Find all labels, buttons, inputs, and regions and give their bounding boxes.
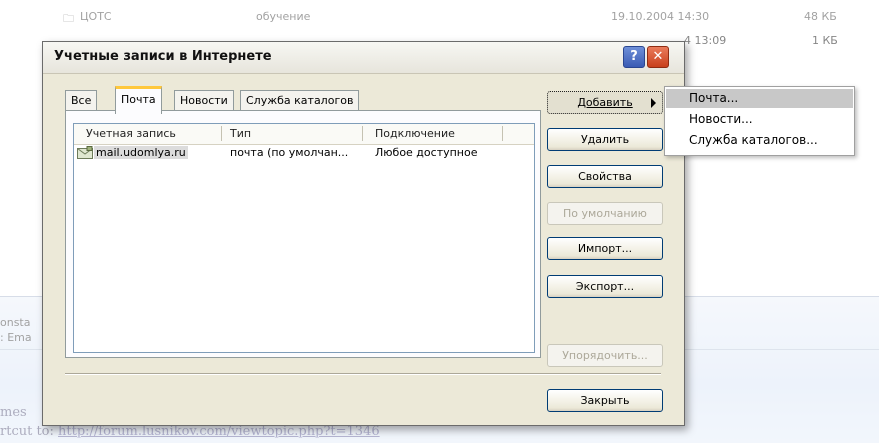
account-name: mail.udomlya.ru xyxy=(94,146,188,159)
accounts-list[interactable]: Учетная запись Тип Подключение mail.udom… xyxy=(73,123,535,353)
bg-file-size: 1 КБ xyxy=(812,34,838,47)
column-type[interactable]: Тип xyxy=(230,127,251,140)
column-account[interactable]: Учетная запись xyxy=(86,127,176,140)
bg-file-icon: 🗀 xyxy=(63,12,74,25)
order-button[interactable]: Упорядочить... xyxy=(547,344,663,367)
bg-word: mes xyxy=(0,405,27,420)
dialog-divider xyxy=(65,373,661,375)
account-type: почта (по умолчан... xyxy=(230,146,349,159)
bg-file-date: 19.10.2004 14:30 xyxy=(611,10,710,23)
add-button[interactable]: Добавить xyxy=(547,91,663,114)
set-default-button[interactable]: По умолчанию xyxy=(547,202,663,225)
remove-button[interactable]: Удалить xyxy=(547,128,663,151)
properties-button[interactable]: Свойства xyxy=(547,165,663,188)
bg-link-url[interactable]: http://forum.lusnikov.com/viewtopic.php?… xyxy=(58,424,380,439)
tab-directory-service[interactable]: Служба каталогов xyxy=(240,90,360,111)
bg-link-prefix: rtcut to: xyxy=(0,424,59,439)
bg-side-label: onsta xyxy=(0,316,31,329)
tab-news[interactable]: Новости xyxy=(174,90,234,111)
list-header: Учетная запись Тип Подключение xyxy=(74,124,534,145)
bg-side-label: : Ema xyxy=(0,331,32,344)
menu-item-news[interactable]: Новости... xyxy=(666,110,853,129)
bg-file-size: 48 КБ xyxy=(804,10,837,23)
tab-mail[interactable]: Почта xyxy=(115,86,162,114)
dialog-title: Учетные записи в Интернете xyxy=(54,49,272,64)
bg-file-date: 4 13:09 xyxy=(684,34,727,47)
close-button[interactable]: Закрыть xyxy=(547,389,663,412)
menu-item-directory-service[interactable]: Служба каталогов... xyxy=(666,131,853,150)
mail-account-icon xyxy=(77,146,93,159)
add-submenu: Почта... Новости... Служба каталогов... xyxy=(664,86,855,156)
bg-file-name: ЦОТС xyxy=(80,10,112,23)
bg-file-desc: обучение xyxy=(256,10,311,23)
export-button[interactable]: Экспорт... xyxy=(547,275,663,298)
column-separator[interactable] xyxy=(221,126,222,141)
tab-panel: Учетная запись Тип Подключение mail.udom… xyxy=(65,110,541,358)
table-row[interactable]: mail.udomlya.ru почта (по умолчан... Люб… xyxy=(74,144,534,162)
add-button-label: Добавить xyxy=(577,96,633,109)
accounts-dialog: Учетные записи в Интернете ? ✕ Все Почта… xyxy=(42,41,685,426)
close-icon[interactable]: ✕ xyxy=(647,46,669,68)
help-button[interactable]: ? xyxy=(623,46,645,68)
submenu-arrow-icon xyxy=(651,98,656,108)
column-separator[interactable] xyxy=(362,126,363,141)
tab-all[interactable]: Все xyxy=(65,90,98,111)
column-connection[interactable]: Подключение xyxy=(375,127,455,140)
column-separator[interactable] xyxy=(502,126,503,141)
bg-link: rtcut to: http://forum.lusnikov.com/view… xyxy=(0,424,380,439)
menu-item-mail[interactable]: Почта... xyxy=(666,89,853,108)
title-bar[interactable]: Учетные записи в Интернете ? ✕ xyxy=(43,42,684,74)
account-connection: Любое доступное xyxy=(375,146,478,159)
import-button[interactable]: Импорт... xyxy=(547,237,663,260)
